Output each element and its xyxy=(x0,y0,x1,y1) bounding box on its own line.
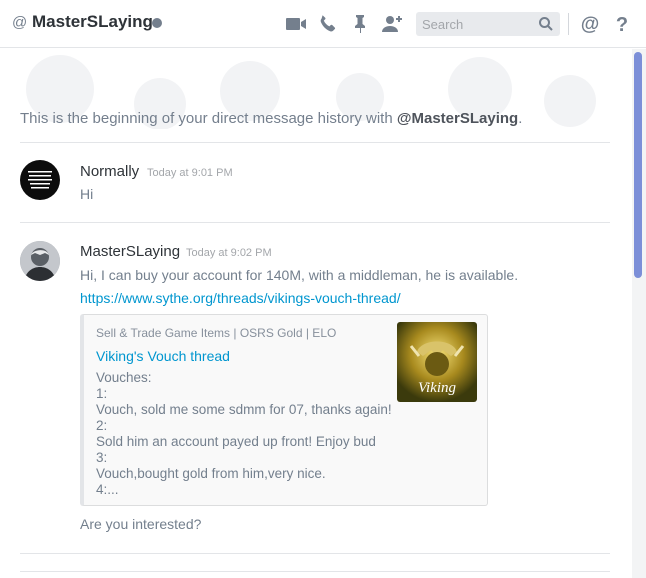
embed-line: 4:... xyxy=(96,482,119,497)
embed-thumbnail[interactable]: Viking xyxy=(397,322,477,402)
embed-line: Vouch, sold me some sdmm for 07, thanks … xyxy=(96,402,392,417)
embed-line: Sold him an account payed up front! Enjo… xyxy=(96,434,376,449)
message-link[interactable]: https://www.sythe.org/threads/vikings-vo… xyxy=(80,290,401,306)
link-embed: Sell & Trade Game Items | OSRS Gold | EL… xyxy=(80,314,488,506)
search-box[interactable] xyxy=(416,12,560,36)
help-icon[interactable]: ? xyxy=(610,12,634,36)
header-divider xyxy=(568,13,569,35)
pin-icon[interactable] xyxy=(348,12,372,36)
embed-line: 3: xyxy=(96,450,108,465)
intro-username[interactable]: @MasterSLaying xyxy=(397,110,518,127)
embed-provider[interactable]: Sell & Trade Game Items | OSRS Gold | EL… xyxy=(96,326,336,340)
message-divider xyxy=(20,142,610,143)
embed-line: 1: xyxy=(96,386,108,401)
message-divider xyxy=(20,553,610,554)
thumbnail-caption: Viking xyxy=(418,380,457,396)
help-symbol: ? xyxy=(616,14,628,36)
video-call-icon[interactable] xyxy=(284,12,308,36)
voice-call-icon[interactable] xyxy=(316,12,340,36)
search-icon[interactable] xyxy=(538,16,554,32)
avatar[interactable] xyxy=(20,241,60,281)
message-text: Are you interested? xyxy=(80,516,202,532)
mentions-symbol: @ xyxy=(581,14,600,35)
embed-description: Vouches: 1: Vouch, sold me some sdmm for… xyxy=(96,370,392,498)
status-indicator xyxy=(152,18,162,28)
dm-at-symbol: @ xyxy=(12,14,28,31)
message-author[interactable]: MasterSLaying xyxy=(80,243,180,260)
avatar[interactable] xyxy=(20,160,60,200)
intro-suffix: . xyxy=(518,110,523,127)
embed-line: 2: xyxy=(96,418,108,433)
mentions-icon[interactable]: @ xyxy=(578,12,602,36)
message-divider xyxy=(20,222,610,223)
message-text: Hi xyxy=(80,186,94,202)
embed-line: Vouches: xyxy=(96,370,152,385)
message-text: Hi, I can buy your account for 140M, wit… xyxy=(80,267,519,283)
message-list[interactable]: This is the beginning of your direct mes… xyxy=(0,49,632,578)
dm-username[interactable]: MasterSLaying xyxy=(32,12,153,32)
message-timestamp: Today at 9:01 PM xyxy=(147,167,233,179)
scrollbar-thumb[interactable] xyxy=(634,52,642,278)
dm-intro-text: This is the beginning of your direct mes… xyxy=(20,110,522,127)
message-divider xyxy=(20,571,610,572)
channel-header: @ MasterSLaying @ ? xyxy=(0,0,646,48)
intro-prefix: This is the beginning of your direct mes… xyxy=(20,110,397,127)
search-input[interactable] xyxy=(416,12,534,36)
add-friend-icon[interactable] xyxy=(380,12,404,36)
message-author[interactable]: Normally xyxy=(80,163,139,180)
embed-line: Vouch,bought gold from him,very nice. xyxy=(96,466,326,481)
message-timestamp: Today at 9:02 PM xyxy=(186,247,272,259)
embed-title[interactable]: Viking's Vouch thread xyxy=(96,348,230,364)
